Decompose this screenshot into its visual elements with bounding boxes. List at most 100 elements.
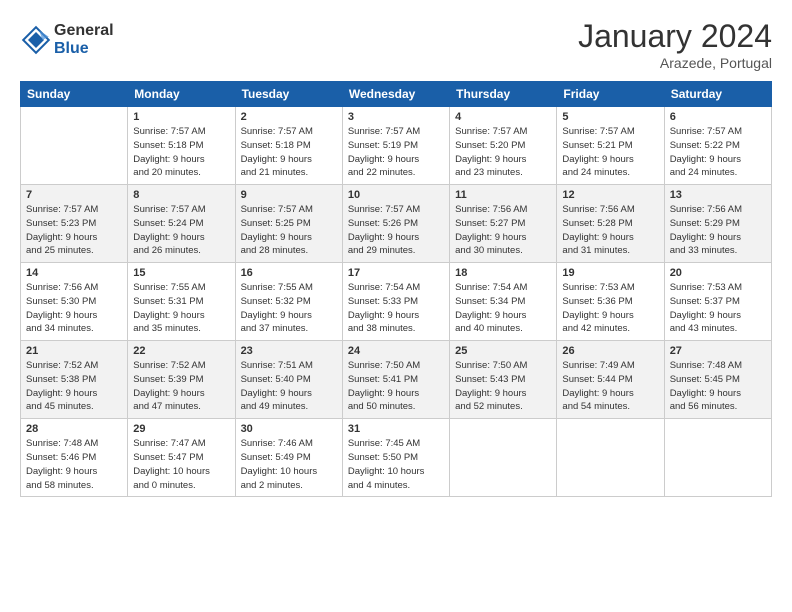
day-number: 20 bbox=[670, 267, 766, 279]
header-cell-wednesday: Wednesday bbox=[342, 82, 449, 107]
day-number: 4 bbox=[455, 111, 551, 123]
cell-content: Sunrise: 7:57 AMSunset: 5:21 PMDaylight:… bbox=[562, 125, 658, 180]
cell-content: Sunrise: 7:57 AMSunset: 5:25 PMDaylight:… bbox=[241, 203, 337, 258]
cell-4-1: 21 Sunrise: 7:52 AMSunset: 5:38 PMDayligh… bbox=[21, 341, 128, 419]
page: General Blue January 2024 Arazede, Portu… bbox=[0, 0, 792, 509]
cell-content: Sunrise: 7:56 AMSunset: 5:30 PMDaylight:… bbox=[26, 281, 122, 336]
cell-4-5: 25 Sunrise: 7:50 AMSunset: 5:43 PMDayligh… bbox=[450, 341, 557, 419]
month-title: January 2024 bbox=[578, 18, 772, 55]
cell-1-4: 3 Sunrise: 7:57 AMSunset: 5:19 PMDaylight… bbox=[342, 107, 449, 185]
day-number: 27 bbox=[670, 345, 766, 357]
day-number: 14 bbox=[26, 267, 122, 279]
cell-content: Sunrise: 7:53 AMSunset: 5:36 PMDaylight:… bbox=[562, 281, 658, 336]
day-number: 15 bbox=[133, 267, 229, 279]
cell-content: Sunrise: 7:57 AMSunset: 5:24 PMDaylight:… bbox=[133, 203, 229, 258]
cell-content: Sunrise: 7:57 AMSunset: 5:22 PMDaylight:… bbox=[670, 125, 766, 180]
cell-3-5: 18Sunrise: 7:54 AMSunset: 5:34 PMDayligh… bbox=[450, 263, 557, 341]
cell-content: Sunrise: 7:52 AMSunset: 5:39 PMDaylight:… bbox=[133, 359, 229, 414]
location: Arazede, Portugal bbox=[578, 55, 772, 71]
cell-content: Sunrise: 7:57 AMSunset: 5:18 PMDaylight:… bbox=[241, 125, 337, 180]
cell-5-5 bbox=[450, 419, 557, 497]
logo: General Blue bbox=[20, 22, 114, 57]
cell-2-6: 12 Sunrise: 7:56 AMSunset: 5:28 PMDayligh… bbox=[557, 185, 664, 263]
cell-content: Sunrise: 7:55 AMSunset: 5:32 PMDaylight:… bbox=[241, 281, 337, 336]
cell-4-4: 24 Sunrise: 7:50 AMSunset: 5:41 PMDayligh… bbox=[342, 341, 449, 419]
cell-3-6: 19 Sunrise: 7:53 AMSunset: 5:36 PMDayligh… bbox=[557, 263, 664, 341]
day-number: 18 bbox=[455, 267, 551, 279]
cell-3-3: 16 Sunrise: 7:55 AMSunset: 5:32 PMDayligh… bbox=[235, 263, 342, 341]
day-number: 7 bbox=[26, 189, 122, 201]
cell-2-7: 13 Sunrise: 7:56 AMSunset: 5:29 PMDayligh… bbox=[664, 185, 771, 263]
cell-2-3: 9 Sunrise: 7:57 AMSunset: 5:25 PMDaylight… bbox=[235, 185, 342, 263]
week-row-1: 1 Sunrise: 7:57 AMSunset: 5:18 PMDaylight… bbox=[21, 107, 772, 185]
cell-content: Sunrise: 7:57 AMSunset: 5:23 PMDaylight:… bbox=[26, 203, 122, 258]
day-number: 21 bbox=[26, 345, 122, 357]
logo-icon bbox=[20, 24, 52, 56]
header-cell-sunday: Sunday bbox=[21, 82, 128, 107]
day-number: 9 bbox=[241, 189, 337, 201]
week-row-2: 7 Sunrise: 7:57 AMSunset: 5:23 PMDaylight… bbox=[21, 185, 772, 263]
cell-content: Sunrise: 7:46 AMSunset: 5:49 PMDaylight:… bbox=[241, 437, 337, 492]
day-number: 3 bbox=[348, 111, 444, 123]
cell-5-1: 28Sunrise: 7:48 AMSunset: 5:46 PMDayligh… bbox=[21, 419, 128, 497]
cell-3-1: 14 Sunrise: 7:56 AMSunset: 5:30 PMDayligh… bbox=[21, 263, 128, 341]
cell-1-3: 2Sunrise: 7:57 AMSunset: 5:18 PMDaylight… bbox=[235, 107, 342, 185]
cell-2-4: 10Sunrise: 7:57 AMSunset: 5:26 PMDayligh… bbox=[342, 185, 449, 263]
header-row: SundayMondayTuesdayWednesdayThursdayFrid… bbox=[21, 82, 772, 107]
day-number: 24 bbox=[348, 345, 444, 357]
day-number: 5 bbox=[562, 111, 658, 123]
cell-2-1: 7 Sunrise: 7:57 AMSunset: 5:23 PMDaylight… bbox=[21, 185, 128, 263]
cell-content: Sunrise: 7:56 AMSunset: 5:27 PMDaylight:… bbox=[455, 203, 551, 258]
day-number: 28 bbox=[26, 423, 122, 435]
cell-4-6: 26Sunrise: 7:49 AMSunset: 5:44 PMDayligh… bbox=[557, 341, 664, 419]
cell-content: Sunrise: 7:52 AMSunset: 5:38 PMDaylight:… bbox=[26, 359, 122, 414]
cell-content: Sunrise: 7:57 AMSunset: 5:19 PMDaylight:… bbox=[348, 125, 444, 180]
cell-content: Sunrise: 7:47 AMSunset: 5:47 PMDaylight:… bbox=[133, 437, 229, 492]
cell-2-2: 8Sunrise: 7:57 AMSunset: 5:24 PMDaylight… bbox=[128, 185, 235, 263]
day-number: 12 bbox=[562, 189, 658, 201]
cell-content: Sunrise: 7:53 AMSunset: 5:37 PMDaylight:… bbox=[670, 281, 766, 336]
day-number: 10 bbox=[348, 189, 444, 201]
cell-content: Sunrise: 7:51 AMSunset: 5:40 PMDaylight:… bbox=[241, 359, 337, 414]
day-number: 16 bbox=[241, 267, 337, 279]
cell-content: Sunrise: 7:48 AMSunset: 5:45 PMDaylight:… bbox=[670, 359, 766, 414]
day-number: 19 bbox=[562, 267, 658, 279]
logo-blue: Blue bbox=[54, 40, 114, 58]
cell-1-5: 4 Sunrise: 7:57 AMSunset: 5:20 PMDaylight… bbox=[450, 107, 557, 185]
cell-content: Sunrise: 7:55 AMSunset: 5:31 PMDaylight:… bbox=[133, 281, 229, 336]
cell-content: Sunrise: 7:50 AMSunset: 5:43 PMDaylight:… bbox=[455, 359, 551, 414]
day-number: 17 bbox=[348, 267, 444, 279]
cell-2-5: 11 Sunrise: 7:56 AMSunset: 5:27 PMDayligh… bbox=[450, 185, 557, 263]
cell-content: Sunrise: 7:56 AMSunset: 5:28 PMDaylight:… bbox=[562, 203, 658, 258]
calendar-table: SundayMondayTuesdayWednesdayThursdayFrid… bbox=[20, 81, 772, 497]
cell-1-7: 6 Sunrise: 7:57 AMSunset: 5:22 PMDaylight… bbox=[664, 107, 771, 185]
cell-4-2: 22 Sunrise: 7:52 AMSunset: 5:39 PMDayligh… bbox=[128, 341, 235, 419]
day-number: 29 bbox=[133, 423, 229, 435]
cell-1-1 bbox=[21, 107, 128, 185]
day-number: 11 bbox=[455, 189, 551, 201]
cell-5-4: 31Sunrise: 7:45 AMSunset: 5:50 PMDayligh… bbox=[342, 419, 449, 497]
header-cell-thursday: Thursday bbox=[450, 82, 557, 107]
cell-5-2: 29 Sunrise: 7:47 AMSunset: 5:47 PMDayligh… bbox=[128, 419, 235, 497]
header-cell-saturday: Saturday bbox=[664, 82, 771, 107]
day-number: 22 bbox=[133, 345, 229, 357]
cell-content: Sunrise: 7:57 AMSunset: 5:18 PMDaylight:… bbox=[133, 125, 229, 180]
cell-3-7: 20 Sunrise: 7:53 AMSunset: 5:37 PMDayligh… bbox=[664, 263, 771, 341]
cell-1-6: 5 Sunrise: 7:57 AMSunset: 5:21 PMDaylight… bbox=[557, 107, 664, 185]
day-number: 6 bbox=[670, 111, 766, 123]
cell-content: Sunrise: 7:56 AMSunset: 5:29 PMDaylight:… bbox=[670, 203, 766, 258]
cell-content: Sunrise: 7:50 AMSunset: 5:41 PMDaylight:… bbox=[348, 359, 444, 414]
cell-4-3: 23Sunrise: 7:51 AMSunset: 5:40 PMDayligh… bbox=[235, 341, 342, 419]
header-cell-monday: Monday bbox=[128, 82, 235, 107]
week-row-4: 21 Sunrise: 7:52 AMSunset: 5:38 PMDayligh… bbox=[21, 341, 772, 419]
cell-content: Sunrise: 7:57 AMSunset: 5:20 PMDaylight:… bbox=[455, 125, 551, 180]
header: General Blue January 2024 Arazede, Portu… bbox=[20, 18, 772, 71]
day-number: 13 bbox=[670, 189, 766, 201]
day-number: 1 bbox=[133, 111, 229, 123]
day-number: 26 bbox=[562, 345, 658, 357]
cell-content: Sunrise: 7:45 AMSunset: 5:50 PMDaylight:… bbox=[348, 437, 444, 492]
logo-text: General Blue bbox=[54, 22, 114, 57]
day-number: 25 bbox=[455, 345, 551, 357]
cell-5-7 bbox=[664, 419, 771, 497]
cell-5-3: 30Sunrise: 7:46 AMSunset: 5:49 PMDayligh… bbox=[235, 419, 342, 497]
